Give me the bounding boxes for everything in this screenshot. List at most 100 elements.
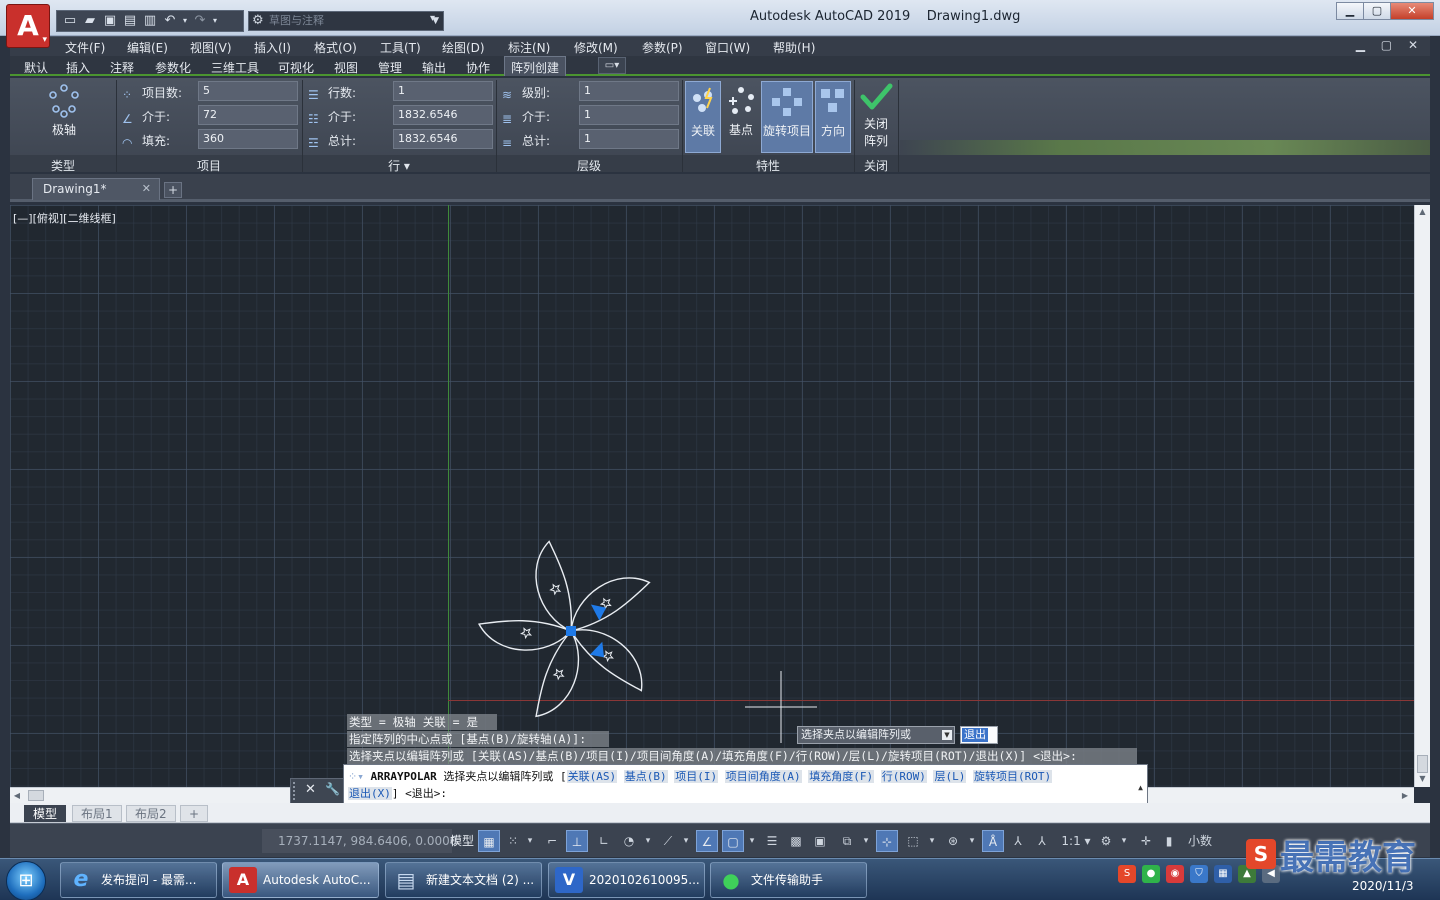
close-button[interactable]: ✕: [1390, 2, 1434, 20]
isodraft-icon[interactable]: ⟋: [658, 830, 678, 852]
menu-parametric[interactable]: 参数(P): [642, 39, 683, 56]
3d-osnap-icon[interactable]: ⧉: [836, 830, 858, 852]
option-exit[interactable]: 退出(X): [348, 787, 392, 800]
tab-visualize[interactable]: 可视化: [278, 59, 314, 76]
dynamic-input-icon[interactable]: ⊥: [566, 830, 588, 852]
taskbar-item-video[interactable]: V 2020102610095...: [548, 862, 705, 898]
items-between-input[interactable]: 72: [198, 105, 298, 125]
vertical-scroll-thumb[interactable]: [1417, 755, 1428, 773]
direction-button[interactable]: 方向: [815, 81, 851, 153]
auto-scale-icon[interactable]: ⅄: [1008, 830, 1028, 852]
network-icon[interactable]: ▦: [1214, 865, 1232, 883]
grid-icon[interactable]: ▦: [478, 830, 500, 852]
polar-type-button[interactable]: 极轴: [36, 84, 92, 138]
tab-default[interactable]: 默认: [24, 59, 48, 76]
weibo-icon[interactable]: ◉: [1166, 865, 1184, 883]
chevron-down-icon[interactable]: ▾: [680, 830, 692, 852]
array-item-petal[interactable]: [527, 629, 594, 725]
ortho-icon[interactable]: ∟: [594, 830, 614, 852]
scroll-up-icon[interactable]: ▲: [1415, 205, 1430, 219]
tab-array-creation[interactable]: 阵列创建: [504, 56, 567, 76]
document-tab-drawing1[interactable]: Drawing1* ✕: [32, 178, 160, 200]
tab-layout1[interactable]: 布局1: [72, 805, 122, 822]
new-drawing-button[interactable]: +: [164, 182, 182, 198]
chevron-up-icon[interactable]: ▲: [1138, 779, 1143, 796]
polar-array-flower[interactable]: [476, 540, 655, 725]
undo-dropdown-icon[interactable]: ▾: [181, 12, 189, 30]
fill-angle-input[interactable]: 360: [198, 129, 298, 149]
annotation-scale-selector[interactable]: 1:1 ▾: [1056, 830, 1096, 852]
tab-view[interactable]: 视图: [334, 59, 358, 76]
menu-format[interactable]: 格式(O): [314, 39, 357, 56]
snap-icon[interactable]: ⁙: [504, 830, 522, 852]
menu-dimension[interactable]: 标注(N): [508, 39, 550, 56]
array-item-petal[interactable]: [530, 540, 575, 636]
option-items[interactable]: 项目(I): [674, 770, 719, 783]
tab-layout2[interactable]: 布局2: [126, 805, 176, 822]
object-snap-tracking-icon[interactable]: ∠: [696, 830, 718, 852]
scroll-left-icon[interactable]: ◀: [10, 788, 24, 803]
annotation-scale-icon[interactable]: ⅄: [1032, 830, 1052, 852]
levels-between-input[interactable]: 1: [579, 105, 679, 125]
add-layout-button[interactable]: +: [180, 805, 209, 822]
associative-button[interactable]: 关联: [685, 81, 721, 153]
drag-handle[interactable]: [293, 782, 299, 800]
document-window-controls[interactable]: ▁ ▢ ✕: [1356, 38, 1424, 52]
menu-file[interactable]: 文件(F): [65, 39, 105, 56]
drawing-canvas[interactable]: [—][俯视][二维线框]: [10, 205, 1414, 787]
taskbar-item-browser[interactable]: e 发布提问 - 最需...: [60, 862, 217, 898]
tab-output[interactable]: 输出: [422, 59, 446, 76]
transparency-icon[interactable]: ▩: [786, 830, 806, 852]
close-icon[interactable]: ✕: [142, 179, 151, 199]
option-base-point[interactable]: 基点(B): [623, 770, 668, 783]
chevron-down-icon[interactable]: ▾: [642, 830, 654, 852]
wechat-tray-icon[interactable]: ●: [1142, 865, 1160, 883]
tab-manage[interactable]: 管理: [378, 59, 402, 76]
menu-insert[interactable]: 插入(I): [254, 39, 291, 56]
array-item-petal[interactable]: [568, 612, 655, 697]
start-button[interactable]: ⊞: [6, 861, 46, 900]
minimize-button[interactable]: ▁: [1336, 2, 1364, 20]
annotation-visibility-icon[interactable]: Å: [982, 830, 1004, 852]
save-as-icon[interactable]: ▤: [121, 12, 139, 30]
print-icon[interactable]: ▥: [141, 12, 159, 30]
vertical-scrollbar[interactable]: ▲ ▼: [1414, 205, 1430, 787]
menu-edit[interactable]: 编辑(E): [127, 39, 168, 56]
tab-annotate[interactable]: 注释: [110, 59, 134, 76]
scroll-right-icon[interactable]: ▶: [1398, 788, 1412, 803]
levels-total-input[interactable]: 1: [579, 129, 679, 149]
undo-icon[interactable]: ↶: [161, 12, 179, 30]
option-levels[interactable]: 层(L): [933, 770, 967, 783]
taskbar-item-autocad[interactable]: A Autodesk AutoC...: [222, 862, 379, 898]
selection-cycling-icon[interactable]: ▣: [810, 830, 830, 852]
new-file-icon[interactable]: ▭: [61, 12, 79, 30]
menu-modify[interactable]: 修改(M): [574, 39, 618, 56]
horizontal-scroll-thumb[interactable]: [28, 790, 44, 801]
close-array-button[interactable]: 关闭 阵列: [856, 82, 896, 149]
save-icon[interactable]: ▣: [101, 12, 119, 30]
chevron-down-icon[interactable]: ▾: [860, 830, 872, 852]
center-grip[interactable]: [566, 626, 576, 636]
array-item-petal[interactable]: [559, 565, 654, 635]
option-rows[interactable]: 行(ROW): [880, 770, 927, 783]
levels-count-input[interactable]: 1: [579, 81, 679, 101]
wrench-icon[interactable]: 🔧: [325, 782, 340, 796]
menu-tools[interactable]: 工具(T): [380, 39, 421, 56]
menu-window[interactable]: 窗口(W): [705, 39, 750, 56]
maximize-button[interactable]: ▢: [1363, 2, 1391, 20]
dynamic-input-field[interactable]: 退出: [960, 726, 998, 744]
selection-filter-icon[interactable]: ⬚: [902, 830, 924, 852]
ribbon-display-toggle[interactable]: ▭▾: [598, 57, 626, 74]
panel-label-rows[interactable]: 行 ▾: [302, 157, 496, 174]
redo-dropdown-icon[interactable]: ▾: [211, 12, 219, 30]
rows-count-input[interactable]: 1: [393, 81, 493, 101]
open-folder-icon[interactable]: ▰: [81, 12, 99, 30]
object-snap-icon[interactable]: ▢: [722, 830, 744, 852]
rotate-items-button[interactable]: 旋转项目: [761, 81, 813, 153]
tab-3d-tools[interactable]: 三维工具: [211, 59, 259, 76]
option-associative[interactable]: 关联(AS): [566, 770, 618, 783]
rows-total-input[interactable]: 1832.6546: [393, 129, 493, 149]
chevron-down-icon[interactable]: ▾: [966, 830, 978, 852]
option-fill-angle[interactable]: 填充角度(F): [808, 770, 875, 783]
dynamic-exit-option[interactable]: 退出: [962, 728, 988, 742]
